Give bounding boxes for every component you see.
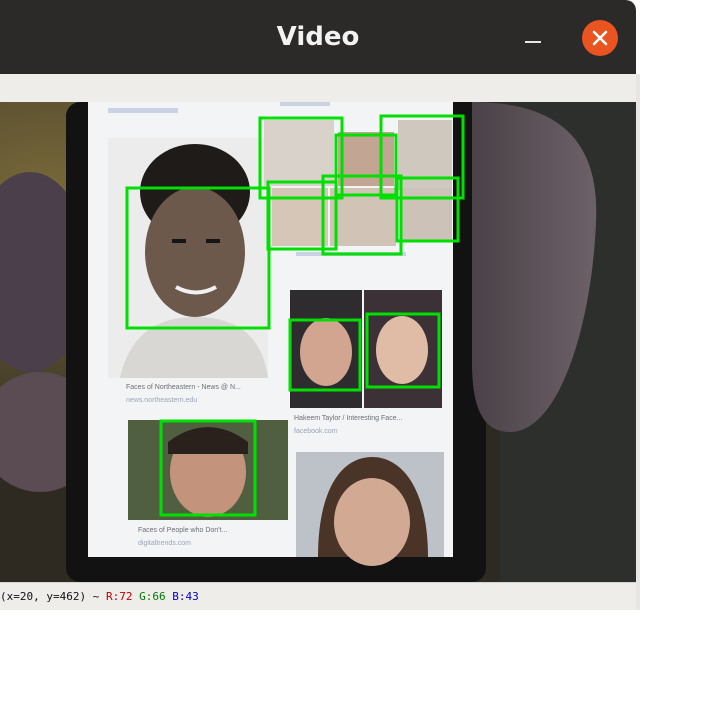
minimize-button[interactable] [518, 22, 548, 56]
video-window: Video Faces of Northeastern - News @ N..… [0, 0, 636, 610]
face [145, 187, 245, 317]
video-frame[interactable]: Faces of Northeastern - News @ N... news… [0, 102, 636, 582]
caption-1: Faces of Northeastern - News @ N... [126, 384, 241, 391]
pixel-blue-value: B:43 [172, 590, 199, 603]
close-icon [592, 30, 608, 46]
face-thumb [400, 188, 452, 240]
minimize-icon [525, 41, 541, 43]
screen-text-line [280, 102, 330, 106]
caption-1-source: news.northeastern.edu [126, 397, 197, 404]
caption-3: Hakeem Taylor / Interesting Face... [294, 415, 402, 422]
title-bar[interactable]: Video [0, 0, 636, 74]
video-canvas: Faces of Northeastern - News @ N... news… [0, 102, 636, 582]
face-thumb [338, 132, 394, 186]
caption-2-source: digitaltrends.com [138, 540, 191, 547]
caption-2: Faces of People who Don't... [138, 527, 227, 534]
screen-text-line [108, 108, 178, 113]
caption-3-source: facebook.com [294, 428, 338, 435]
status-bar: (x=20, y=462) ~ R:72 G:66 B:43 [0, 582, 636, 610]
window-edge [636, 74, 640, 610]
toolbar-strip [0, 74, 636, 103]
close-button[interactable] [582, 20, 618, 56]
pixel-green-value: G:66 [139, 590, 166, 603]
cursor-coords: (x=20, y=462) ~ [0, 590, 100, 603]
pixel-red-value: R:72 [105, 590, 133, 603]
